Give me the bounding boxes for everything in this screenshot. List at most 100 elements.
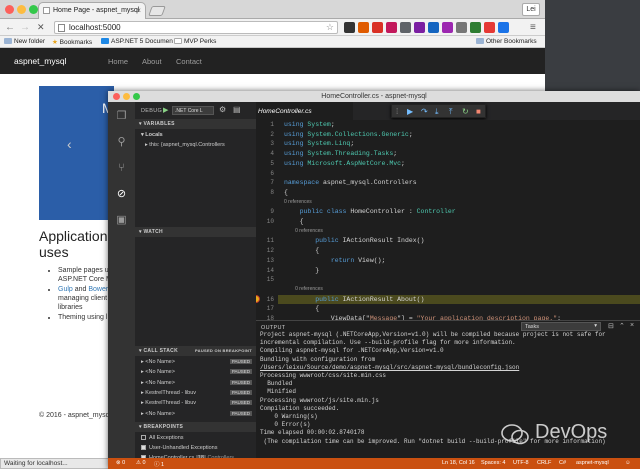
warnings-count[interactable]: ⚠ 0	[136, 460, 146, 466]
extension-mustache-icon[interactable]	[344, 22, 355, 33]
maximize-window-icon[interactable]	[133, 93, 140, 100]
menu-icon[interactable]: ≡	[530, 22, 536, 33]
call-stack-frame[interactable]: ▸ KestrelThread - libuv PAUSED	[135, 388, 256, 398]
line-number[interactable]: 12	[256, 247, 274, 254]
maximize-panel-icon[interactable]: ⌃	[619, 322, 625, 330]
close-panel-icon[interactable]: ×	[630, 322, 634, 329]
line-number[interactable]: 4	[256, 150, 274, 157]
extension-blue2-icon[interactable]	[498, 22, 509, 33]
encoding[interactable]: UTF-8	[513, 460, 529, 466]
line-number[interactable]: 14	[256, 267, 274, 274]
watch-section-header[interactable]: ▾ WATCH	[135, 227, 256, 237]
profile-button[interactable]: Lei	[522, 3, 540, 16]
codelens-references[interactable]: 0 references	[284, 286, 323, 292]
extension-red-icon[interactable]	[372, 22, 383, 33]
extension-pink-icon[interactable]	[386, 22, 397, 33]
call-stack-frame[interactable]: ▸ KestrelThread - libuv PAUSED	[135, 398, 256, 408]
line-number[interactable]: 17	[256, 305, 274, 312]
step-over-icon[interactable]: ↷	[421, 106, 428, 117]
call-stack-frame[interactable]: ▸ <No Name> PAUSED	[135, 378, 256, 388]
minimize-window-icon[interactable]	[123, 93, 130, 100]
tab-homecontroller[interactable]: HomeController.cs	[256, 102, 353, 120]
locals-scope[interactable]: ▾ Locals	[135, 130, 256, 140]
stop-icon[interactable]: ■	[476, 106, 481, 117]
close-window-icon[interactable]	[113, 93, 120, 100]
debug-config-select[interactable]: .NET Core L	[172, 106, 214, 115]
codelens-references[interactable]: 0 references	[284, 199, 312, 205]
extension-green-icon[interactable]	[470, 22, 481, 33]
gulp-link[interactable]: Gulp	[58, 286, 73, 293]
bookmark-bookmarks[interactable]: ★ Bookmarks	[52, 38, 92, 46]
bookmark-new-folder[interactable]: New folder	[4, 38, 45, 45]
line-number[interactable]: 16	[256, 296, 274, 303]
line-number[interactable]: 6	[256, 170, 274, 177]
minimize-window-icon[interactable]	[17, 5, 26, 14]
other-bookmarks[interactable]: Other Bookmarks	[476, 38, 537, 45]
codelens-references[interactable]: 0 references	[284, 228, 323, 234]
clear-output-icon[interactable]: ⊟	[608, 322, 614, 330]
cursor-position[interactable]: Ln 18, Col 16	[442, 460, 475, 466]
step-out-icon[interactable]: ⤒	[449, 106, 453, 117]
close-window-icon[interactable]	[5, 5, 14, 14]
address-bar[interactable]: localhost:5000 ☆	[54, 21, 338, 34]
variable-this[interactable]: ▸ this: {aspnet_mysql.Controllers	[135, 140, 256, 150]
call-stack-frame[interactable]: ▸ <No Name> PAUSED	[135, 357, 256, 367]
maximize-window-icon[interactable]	[29, 5, 38, 14]
bookmark-star-icon[interactable]: ☆	[326, 22, 334, 33]
extension-orange-icon[interactable]	[358, 22, 369, 33]
browser-tab[interactable]: Home Page - aspnet_mysql ×	[38, 2, 146, 19]
line-number[interactable]: 7	[256, 179, 274, 186]
errors-count[interactable]: ⊗ 0	[116, 460, 125, 466]
line-endings[interactable]: CRLF	[537, 460, 551, 466]
call-stack-frame[interactable]: ▸ <No Name> PAUSED	[135, 367, 256, 377]
feedback-icon[interactable]: ☺	[625, 460, 631, 466]
checkbox[interactable]	[141, 445, 146, 450]
carousel-prev-button[interactable]: ‹	[67, 136, 72, 152]
breakpoints-section-header[interactable]: ▾ BREAKPOINTS	[135, 422, 256, 432]
search-icon[interactable]: ⚲	[115, 136, 128, 149]
code-editor[interactable]: 1 using System; 2 using System.Collections…	[256, 120, 640, 322]
line-number[interactable]: 15	[256, 276, 274, 283]
extensions-icon[interactable]: ▣	[115, 214, 128, 227]
breakpoint-item[interactable]: All Exceptions	[135, 433, 256, 443]
output-channel-select[interactable]: Tasks ▾	[521, 322, 601, 331]
language-mode[interactable]: C#	[559, 460, 566, 466]
continue-icon[interactable]: ▶	[407, 106, 413, 117]
bookmark-aspnet-docs[interactable]: ASP.NET 5 Documen	[101, 38, 173, 45]
line-number[interactable]: 11	[256, 237, 274, 244]
console-icon[interactable]: ▤	[233, 105, 241, 114]
line-number[interactable]: 1	[256, 121, 274, 128]
nav-home[interactable]: Home	[108, 57, 128, 66]
line-number[interactable]: 13	[256, 257, 274, 264]
step-into-icon[interactable]: ⤓	[435, 106, 439, 117]
explorer-icon[interactable]: ❐	[115, 110, 128, 123]
source-control-icon[interactable]: ⑂	[115, 162, 128, 175]
new-tab-button[interactable]	[148, 6, 166, 16]
line-number[interactable]: 8	[256, 189, 274, 196]
call-stack-section-header[interactable]: ▾ CALL STACK PAUSED ON BREAKPOINT	[135, 346, 256, 356]
line-number[interactable]: 3	[256, 140, 274, 147]
nav-about[interactable]: About	[142, 57, 162, 66]
settings-gear-icon[interactable]: ⚙	[219, 105, 226, 114]
extension-red2-icon[interactable]	[484, 22, 495, 33]
line-number[interactable]: 10	[256, 218, 274, 225]
nav-contact[interactable]: Contact	[176, 57, 202, 66]
line-number[interactable]: 5	[256, 160, 274, 167]
extension-purple-icon[interactable]	[442, 22, 453, 33]
extension-blue-icon[interactable]	[428, 22, 439, 33]
bower-link[interactable]: Bower	[88, 286, 108, 293]
start-debug-icon[interactable]: ▶	[163, 106, 168, 114]
restart-icon[interactable]: ↻	[462, 106, 469, 117]
extension-misc-icon[interactable]	[456, 22, 467, 33]
stop-button[interactable]: ✕	[37, 22, 45, 33]
checkbox[interactable]	[141, 435, 146, 440]
drag-handle-icon[interactable]: ⁞	[396, 106, 398, 117]
forward-button[interactable]: →	[20, 22, 30, 33]
indentation[interactable]: Spaces: 4	[481, 460, 505, 466]
extension-onenote-icon[interactable]	[414, 22, 425, 33]
line-number[interactable]: 9	[256, 208, 274, 215]
extension-gray-icon[interactable]	[400, 22, 411, 33]
site-brand[interactable]: aspnet_mysql	[14, 56, 66, 66]
back-button[interactable]: ←	[5, 22, 15, 33]
variables-section-header[interactable]: ▾ VARIABLES	[135, 119, 256, 129]
